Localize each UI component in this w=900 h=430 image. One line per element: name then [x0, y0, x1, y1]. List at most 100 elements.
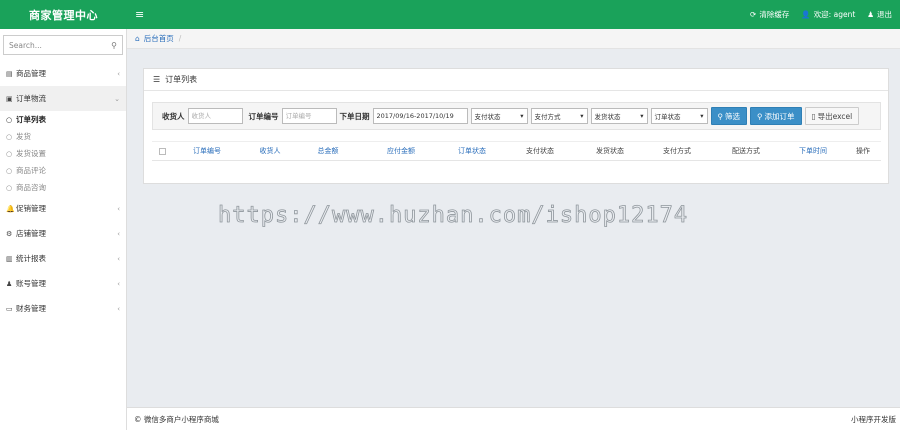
consignee-input[interactable] — [187, 108, 243, 124]
col-actions: 操作 — [856, 147, 870, 155]
chevron-left-icon: ‹ — [117, 229, 120, 238]
col-order-time[interactable]: 下单时间 — [778, 146, 848, 156]
caret-down-icon: ▾ — [520, 112, 524, 120]
chevron-left-icon: ‹ — [117, 304, 120, 313]
user-icon: ♟ — [6, 279, 13, 288]
sidebar-item-promotions[interactable]: 🔔 促销管理 ‹ — [0, 196, 126, 221]
list-icon: ☰ — [153, 75, 161, 84]
sidebar-item-store[interactable]: ⚙ 店铺管理 ‹ — [0, 221, 126, 246]
chevron-down-icon: ⌄ — [114, 94, 120, 103]
sidebar-item-reports[interactable]: ▥ 统计报表 ‹ — [0, 246, 126, 271]
sidebar-item-label: 商品管理 — [16, 69, 46, 78]
select-label: 发货状态 — [594, 113, 621, 121]
filter-button[interactable]: ⚲ 筛选 — [710, 107, 747, 125]
sidebar-item-label: 促销管理 — [16, 204, 46, 213]
col-total[interactable]: 总金额 — [298, 146, 358, 156]
date-range-input[interactable] — [372, 108, 468, 124]
col-delivery: 配送方式 — [732, 147, 760, 155]
orders-submenu: ○ 订单列表 ○ 发货 ○ 发货设置 ○ 商品评论 ○ 商品咨询 — [0, 111, 126, 196]
chevron-left-icon: ‹ — [117, 204, 120, 213]
order-no-input[interactable] — [281, 108, 337, 124]
subitem-reviews[interactable]: ○ 商品评论 — [0, 162, 126, 179]
chevron-left-icon: ‹ — [117, 279, 120, 288]
caret-down-icon: ▾ — [580, 112, 584, 120]
subitem-inquiries[interactable]: ○ 商品咨询 — [0, 179, 126, 196]
sidebar-item-label: 店铺管理 — [16, 229, 46, 238]
logout-button[interactable]: ♟ 退出 — [867, 9, 892, 20]
search-icon[interactable]: ⚲ — [111, 41, 117, 50]
sidebar: ⚲ ▤ 商品管理 ‹ ▣ 订单物流 ⌄ ○ 订单列表 ○ 发货 ○ 发货设置 ○… — [0, 29, 127, 430]
select-label: 支付状态 — [474, 113, 501, 121]
ship-status-select[interactable]: 发货状态 ▾ — [590, 108, 648, 124]
subitem-label: 发货 — [16, 132, 31, 141]
col-order-no[interactable]: 订单编号 — [172, 146, 242, 156]
user-welcome[interactable]: 👤 欢迎: agent — [801, 9, 855, 20]
watermark: https://www.huzhan.com/ishop12174 — [218, 203, 689, 229]
circle-icon: ○ — [6, 183, 13, 192]
gear-icon: ⚙ — [6, 229, 13, 238]
subitem-label: 发货设置 — [16, 149, 46, 158]
sidebar-item-label: 订单物流 — [16, 94, 46, 103]
user-icon: 👤 — [801, 10, 811, 19]
list-icon: ▤ — [6, 69, 13, 78]
filter-bar: 收货人 订单编号 下单日期 支付状态 ▾ 支付方式 ▾ 发货状态 ▾ 订单状态 … — [152, 102, 881, 130]
col-consignee[interactable]: 收货人 — [242, 146, 298, 156]
panel-title: 订单列表 — [165, 75, 198, 84]
consignee-label: 收货人 — [162, 111, 185, 121]
pay-status-select[interactable]: 支付状态 ▾ — [470, 108, 528, 124]
subitem-label: 商品咨询 — [16, 183, 46, 192]
order-status-select[interactable]: 订单状态 ▾ — [650, 108, 708, 124]
col-order-status[interactable]: 订单状态 — [444, 146, 500, 156]
brand-title: 商家管理中心 — [29, 8, 98, 22]
order-list-panel: ☰ 订单列表 收货人 订单编号 下单日期 支付状态 ▾ 支付方式 ▾ 发货状态 … — [143, 68, 889, 184]
panel-header: ☰ 订单列表 — [144, 69, 888, 91]
breadcrumb-separator: / — [178, 34, 182, 43]
footer: © 微信多商户小程序商城 小程序开发版 — [127, 407, 900, 430]
bar-chart-icon: ▥ — [6, 254, 13, 263]
sidebar-search: ⚲ — [3, 35, 123, 55]
col-pay-method: 支付方式 — [663, 147, 691, 155]
date-label: 下单日期 — [339, 111, 370, 121]
chevron-left-icon: ‹ — [117, 69, 120, 78]
logout-icon: ♟ — [867, 10, 874, 19]
export-label: 导出excel — [817, 111, 853, 121]
sidebar-item-orders[interactable]: ▣ 订单物流 ⌄ — [0, 86, 126, 111]
refresh-icon: ⟳ — [750, 10, 757, 19]
select-label: 订单状态 — [654, 113, 681, 121]
sidebar-item-finance[interactable]: ▭ 财务管理 ‹ — [0, 296, 126, 321]
search-input[interactable] — [9, 40, 112, 50]
clear-cache-button[interactable]: ⟳ 清除缓存 — [750, 9, 789, 20]
bell-icon: 🔔 — [6, 204, 15, 213]
breadcrumb: ⌂ 后台首页 / — [127, 29, 900, 49]
file-icon: ▯ — [811, 111, 816, 121]
sidebar-item-goods[interactable]: ▤ 商品管理 ‹ — [0, 61, 126, 86]
add-order-label: 添加订单 — [764, 111, 795, 121]
filter-button-label: 筛选 — [725, 111, 740, 121]
add-order-button[interactable]: ⚲ 添加订单 — [750, 107, 802, 125]
top-right-actions: ⟳ 清除缓存 👤 欢迎: agent ♟ 退出 — [750, 9, 900, 20]
select-all-checkbox[interactable] — [158, 147, 166, 155]
col-pay-status: 支付状态 — [526, 147, 554, 155]
breadcrumb-home-link[interactable]: 后台首页 — [144, 33, 174, 44]
circle-icon: ○ — [6, 149, 13, 158]
col-payable[interactable]: 应付金额 — [358, 146, 444, 156]
subitem-order-list[interactable]: ○ 订单列表 — [0, 111, 126, 128]
subitem-ship[interactable]: ○ 发货 — [0, 128, 126, 145]
truck-icon: ▣ — [6, 94, 13, 103]
hamburger-icon[interactable]: ≡ — [135, 8, 144, 21]
sidebar-item-accounts[interactable]: ♟ 账号管理 ‹ — [0, 271, 126, 296]
caret-down-icon: ▾ — [700, 112, 704, 120]
export-excel-button[interactable]: ▯ 导出excel — [804, 107, 860, 125]
circle-icon: ○ — [6, 166, 13, 175]
top-bar: 商家管理中心 ≡ ⟳ 清除缓存 👤 欢迎: agent ♟ 退出 — [0, 0, 900, 29]
home-icon: ⌂ — [135, 34, 140, 43]
table-header: 订单编号 收货人 总金额 应付金额 订单状态 支付状态 发货状态 支付方式 配送… — [152, 141, 881, 161]
footer-version: 小程序开发版 — [851, 414, 896, 424]
search-icon: ⚲ — [757, 111, 763, 121]
circle-icon: ○ — [6, 132, 13, 141]
search-icon: ⚲ — [717, 111, 724, 121]
welcome-label: 欢迎: agent — [813, 10, 856, 19]
pay-method-select[interactable]: 支付方式 ▾ — [530, 108, 588, 124]
select-all-checkbox-cell — [152, 147, 172, 155]
subitem-ship-settings[interactable]: ○ 发货设置 — [0, 145, 126, 162]
